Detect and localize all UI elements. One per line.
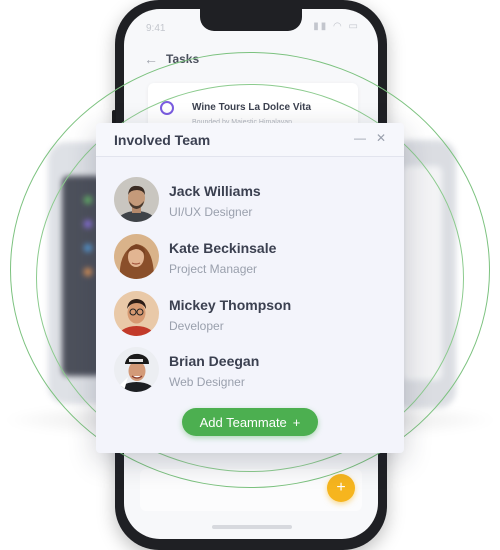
dialog-header: Involved Team — ✕ <box>96 123 404 157</box>
involved-team-dialog: Involved Team — ✕ Jack Williams UI/UX De… <box>96 123 404 453</box>
team-member-item[interactable]: Mickey Thompson Developer <box>114 291 384 339</box>
member-name: Brian Deegan <box>169 353 260 369</box>
team-member-item[interactable]: Kate Beckinsale Project Manager <box>114 234 384 282</box>
avatar <box>114 291 159 336</box>
close-icon[interactable]: ✕ <box>376 131 386 145</box>
avatar <box>114 234 159 279</box>
member-name: Kate Beckinsale <box>169 240 277 256</box>
member-role: UI/UX Designer <box>169 205 253 219</box>
add-teammate-button[interactable]: Add Teammate + <box>182 408 318 436</box>
member-role: Developer <box>169 319 224 333</box>
avatar <box>114 177 159 222</box>
avatar <box>114 347 159 392</box>
back-arrow-icon[interactable]: ← <box>144 51 158 67</box>
status-icons: ▮▮ ◠ ▭ <box>313 21 360 32</box>
add-teammate-label: Add Teammate <box>199 414 287 430</box>
team-member-item[interactable]: Jack Williams UI/UX Designer <box>114 177 384 225</box>
status-time: 9:41 <box>146 23 166 34</box>
plus-icon: + <box>336 479 346 496</box>
member-role: Web Designer <box>169 375 245 389</box>
phone-notch <box>200 9 302 31</box>
home-indicator <box>212 525 292 529</box>
member-role: Project Manager <box>169 262 258 276</box>
team-member-item[interactable]: Brian Deegan Web Designer <box>114 347 384 395</box>
minimize-icon[interactable]: — <box>354 131 366 145</box>
plus-icon: + <box>292 414 301 430</box>
member-name: Mickey Thompson <box>169 297 292 313</box>
add-task-fab[interactable]: + <box>327 474 355 502</box>
dialog-title: Involved Team <box>114 132 211 148</box>
member-name: Jack Williams <box>169 183 261 199</box>
